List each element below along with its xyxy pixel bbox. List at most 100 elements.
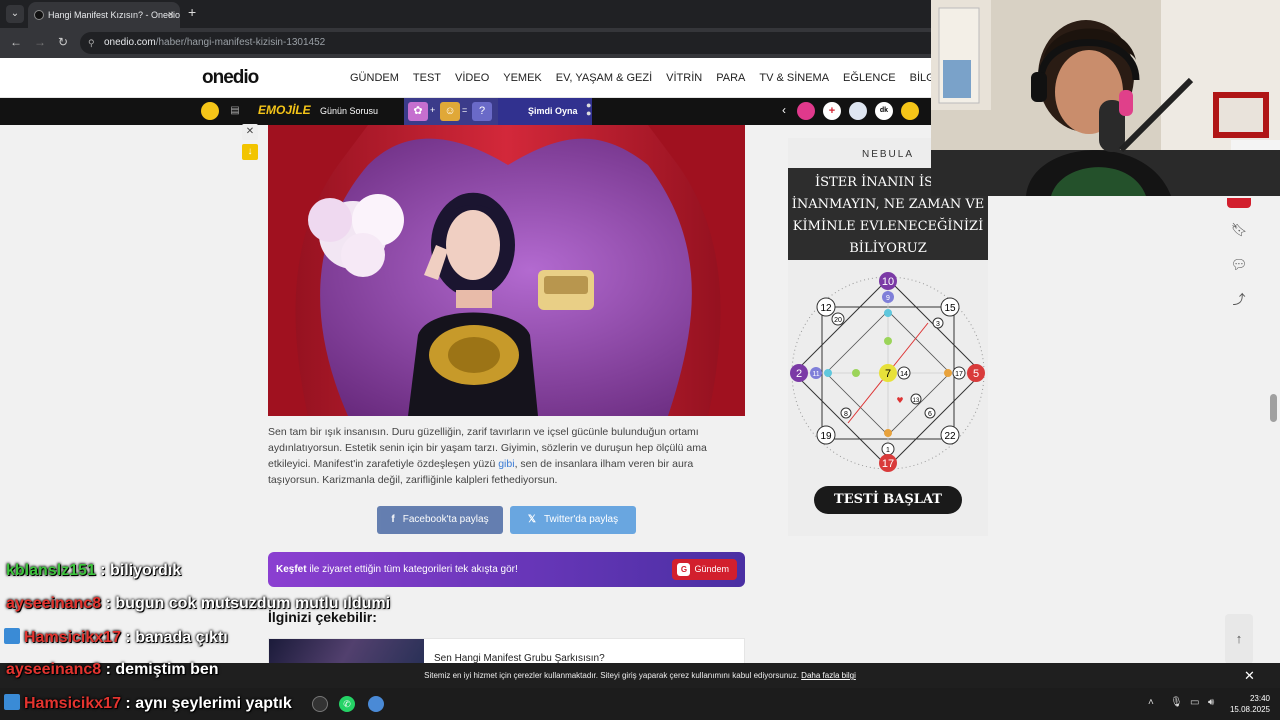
clock-date: 15.08.2025 xyxy=(1229,705,1270,714)
tab-title: Hangi Manifest Kızısın? - Onedio xyxy=(48,10,180,20)
chart-number: 3 xyxy=(936,321,940,328)
play-now-button[interactable]: Şimdi Oyna xyxy=(498,98,592,125)
url-field[interactable]: ⚲ onedio.com/haber/hangi-manifest-kizisi… xyxy=(80,32,940,54)
chat-text: : aynı şeylerimi yaptık xyxy=(120,695,292,712)
close-x-icon[interactable]: ✕ xyxy=(242,124,258,140)
share-twitter-button[interactable]: 𝕏 Twitter'da paylaş xyxy=(510,506,636,534)
start-test-button[interactable]: TESTİ BAŞLAT xyxy=(814,486,962,514)
hero-illustration xyxy=(268,125,745,416)
share-facebook-label: Facebook'ta paylaş xyxy=(402,514,489,525)
comments-icon[interactable]: 💬︎ xyxy=(1227,253,1251,277)
chat-username: ayseeinanc8 xyxy=(6,661,102,678)
reload-icon[interactable]: ↻ xyxy=(58,35,68,49)
chart-number: 20 xyxy=(834,317,842,324)
chat-message: kblanslz151 : biliyordık xyxy=(6,562,181,580)
ad-headline-line: BİLİYORUZ xyxy=(849,241,927,256)
share-facebook-button[interactable]: f Facebook'ta paylaş xyxy=(377,506,503,534)
nav-video[interactable]: VİDEO xyxy=(455,72,489,84)
puzzle-equals: = xyxy=(462,105,468,115)
scroll-to-top-button[interactable]: ↑ xyxy=(1225,614,1253,664)
webcam-overlay xyxy=(931,0,1280,196)
share-twitter-label: Twitter'da paylaş xyxy=(543,514,619,525)
webcam-scene xyxy=(931,0,1280,196)
emoji-puzzle[interactable]: ✿ + ☺ = ? xyxy=(404,98,498,125)
onedio-logo[interactable]: onedio xyxy=(202,67,259,89)
more-dots-icon[interactable]: ● ● xyxy=(586,101,591,118)
chart-number: 14 xyxy=(900,371,908,378)
game-badge-stripes-icon[interactable] xyxy=(849,102,867,120)
close-tab-icon[interactable]: × xyxy=(168,2,174,28)
gundem-icon: G xyxy=(677,563,691,576)
chart-number: 5 xyxy=(973,368,979,380)
nav-yemek[interactable]: YEMEK xyxy=(503,72,542,84)
cookie-close-icon[interactable]: ✕ xyxy=(1244,663,1255,688)
games-grid-icon[interactable] xyxy=(201,102,219,120)
discover-bold: Keşfet xyxy=(276,564,307,575)
nav-tv-sinema[interactable]: TV & SİNEMA xyxy=(759,72,829,84)
game-badge-dk[interactable]: dk xyxy=(875,102,893,120)
nav-test[interactable]: TEST xyxy=(413,72,441,84)
games-list-icon[interactable]: ▤ xyxy=(226,102,244,120)
cookie-text: Sitemiz en iyi hizmet için çerezler kull… xyxy=(424,671,802,680)
forward-arrow-icon[interactable]: → xyxy=(34,35,46,49)
chart-number: 12 xyxy=(820,303,832,314)
puzzle-answer: ? xyxy=(472,102,492,121)
back-arrow-icon[interactable]: ← xyxy=(10,35,22,49)
page-scrollbar[interactable] xyxy=(1270,394,1277,422)
cookie-more-info-link[interactable]: Daha fazla bilgi xyxy=(801,671,856,680)
system-clock[interactable]: 23:40 15.08.2025 xyxy=(1228,693,1270,715)
chart-number: 15 xyxy=(944,303,956,314)
browser-tab[interactable]: Hangi Manifest Kızısın? - Onedio × xyxy=(28,2,180,28)
obs-icon[interactable] xyxy=(312,696,328,712)
share-icon[interactable]: ⤴ xyxy=(1227,288,1251,312)
chevron-left-icon[interactable]: ‹ xyxy=(782,103,786,117)
game-badge-icon[interactable] xyxy=(797,102,815,120)
ad-headline-line: KİMİNLE EVLENECEĞİNİZİ xyxy=(792,219,984,234)
url-host: onedio.com xyxy=(104,37,156,48)
facebook-icon: f xyxy=(391,514,395,525)
network-icon[interactable]: ▭ xyxy=(1190,697,1199,708)
nav-para[interactable]: PARA xyxy=(716,72,745,84)
chat-message: ayseeinanc8 : demiştim ben xyxy=(6,661,219,679)
svg-text:♥: ♥ xyxy=(896,396,903,405)
chat-message: Hamsicikx17 : banada çıktı xyxy=(4,628,228,647)
gundem-button[interactable]: G Gündem xyxy=(672,559,737,580)
whatsapp-icon[interactable]: ✆ xyxy=(339,696,355,712)
article-inline-link[interactable]: gibi xyxy=(498,458,514,470)
article-paragraph: Sen tam bir ışık insanısın. Duru güzelli… xyxy=(268,424,738,488)
chart-number: 1 xyxy=(886,447,890,454)
chart-number: 17 xyxy=(882,458,894,470)
chart-number: 9 xyxy=(886,295,890,302)
microphone-icon[interactable]: 🎙︎ xyxy=(1170,697,1183,708)
nav-gundem[interactable]: GÜNDEM xyxy=(350,72,399,84)
chart-number: 19 xyxy=(820,431,832,442)
discover-banner[interactable]: Keşfet ile ziyaret ettiğin tüm kategoril… xyxy=(268,552,745,587)
red-tab-icon[interactable] xyxy=(1227,198,1251,208)
site-info-icon[interactable]: ⚲ xyxy=(88,32,95,54)
chat-message: ayseeinanc8 : bugun cok mutsuzdum mutlu … xyxy=(6,595,390,613)
emojile-logo[interactable]: EMOJİLE xyxy=(258,103,311,117)
tray-chevron-icon[interactable]: ˄ xyxy=(1148,697,1154,708)
article-hero-image xyxy=(268,125,745,416)
nav-vitrin[interactable]: VİTRİN xyxy=(666,72,702,84)
volume-icon[interactable]: 🔊︎ xyxy=(1208,697,1214,708)
chart-number: 13 xyxy=(913,398,920,404)
nav-eglence[interactable]: EĞLENCE xyxy=(843,72,896,84)
scroll-down-icon[interactable]: ↓ xyxy=(242,144,258,160)
chart-number: 17 xyxy=(955,371,963,378)
flower-emoji-icon: ✿ xyxy=(408,102,428,121)
tab-search-icon[interactable]: ⌄ xyxy=(6,5,24,23)
app-icon[interactable] xyxy=(368,696,384,712)
chart-number: 11 xyxy=(812,371,819,378)
nebula-advertisement[interactable]: NEBULA İSTER İNANIN İSTER İNANMAYIN, NE … xyxy=(788,138,988,536)
game-badge-smile-icon[interactable] xyxy=(901,102,919,120)
puzzle-plus: + xyxy=(430,105,436,115)
game-badge-plus[interactable]: + xyxy=(823,102,841,120)
daily-question-label: Günün Sorusu xyxy=(320,106,379,116)
new-tab-icon[interactable]: + xyxy=(188,4,196,20)
chat-username: Hamsicikx17 xyxy=(24,695,121,712)
chat-text: : banada çıktı xyxy=(120,629,228,646)
chart-number: 22 xyxy=(944,431,956,442)
nav-ev-yasam-gezi[interactable]: EV, YAŞAM & GEZİ xyxy=(556,72,652,84)
bookmark-icon[interactable]: 🔖︎ xyxy=(1227,218,1251,242)
